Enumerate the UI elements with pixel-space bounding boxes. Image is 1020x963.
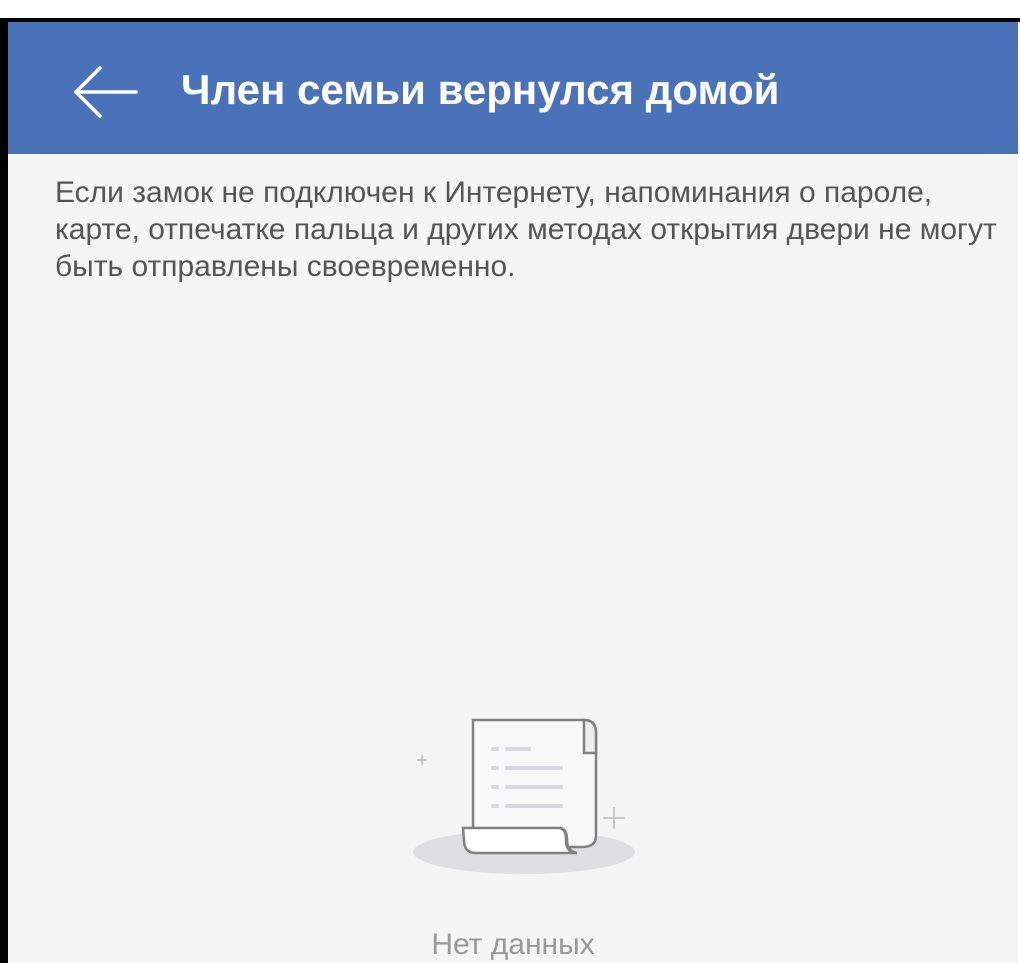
empty-document-scroll-icon xyxy=(413,718,635,874)
app-screen: Член семьи вернулся домой Если замок не … xyxy=(8,22,1018,963)
connection-notice: Если замок не подключен к Интернету, нап… xyxy=(55,176,997,283)
back-button[interactable] xyxy=(66,62,142,122)
left-border xyxy=(0,22,8,963)
header-bar: Член семьи вернулся домой xyxy=(8,22,1018,154)
arrow-left-icon xyxy=(74,66,138,118)
empty-state-label: Нет данных xyxy=(431,928,595,961)
screenshot-frame: Член семьи вернулся домой Если замок не … xyxy=(0,0,1020,963)
page-title: Член семьи вернулся домой xyxy=(181,66,780,113)
